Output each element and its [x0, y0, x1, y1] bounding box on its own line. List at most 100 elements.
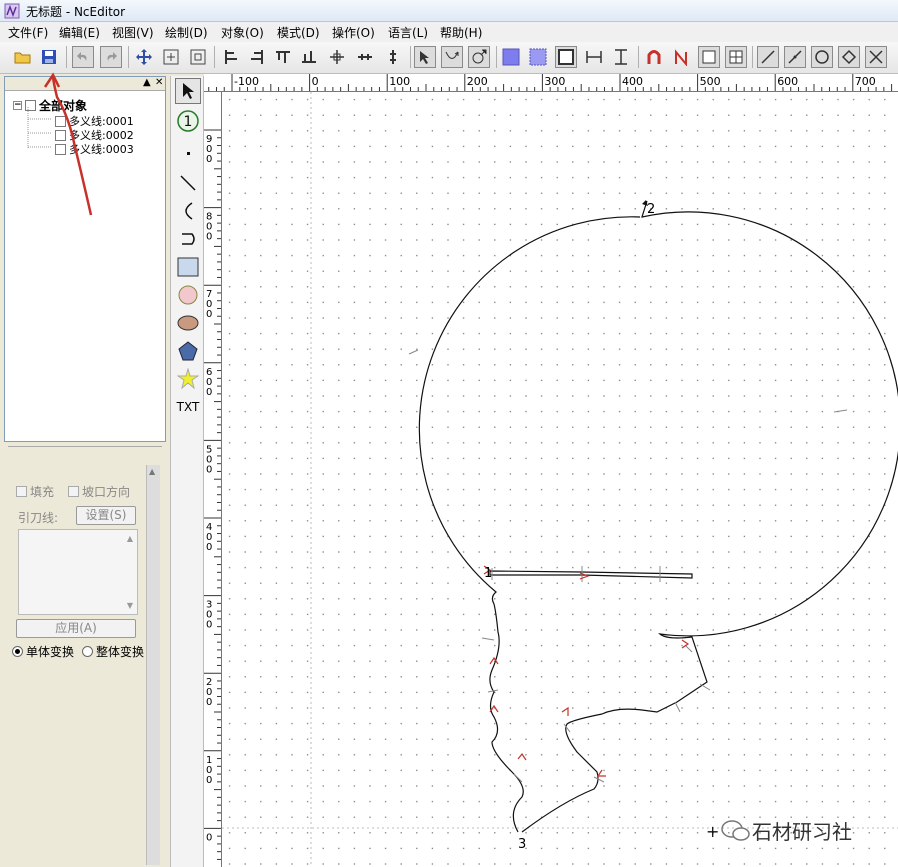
ruler-label: 200 [467, 75, 488, 88]
align-hcenter-icon[interactable] [354, 46, 376, 68]
ruler-label: 0 [206, 232, 212, 243]
menu-file[interactable]: 文件(F) [6, 24, 50, 41]
move-icon[interactable] [133, 46, 155, 68]
fill-icon[interactable] [500, 46, 522, 68]
ruler-label: 300 [544, 75, 565, 88]
scroll-up-icon[interactable]: ▲ [127, 534, 133, 543]
lead-list[interactable]: ▲ ▼ [18, 529, 138, 615]
circle-tool-icon[interactable] [175, 282, 201, 308]
toolbar-separator [752, 46, 753, 68]
polygon-tool-icon[interactable] [175, 338, 201, 364]
zoom-window-icon[interactable] [160, 46, 182, 68]
toolbar-separator [128, 46, 129, 68]
star-tool-icon[interactable] [175, 366, 201, 392]
align-center-icon[interactable] [326, 46, 348, 68]
ruler-label: 0 [206, 775, 212, 786]
select-tool-icon[interactable] [175, 78, 201, 104]
magnet-icon[interactable] [643, 46, 665, 68]
slope-checkbox-label: 坡口方向 [82, 485, 131, 499]
lead-icon[interactable] [670, 46, 692, 68]
ruler-label: 0 [206, 832, 212, 843]
line-tool-icon[interactable] [757, 46, 779, 68]
scroll-up-icon[interactable]: ▲ [149, 467, 155, 476]
blank-icon[interactable] [698, 46, 720, 68]
canvas-drawing[interactable]: 1 2 3 [222, 92, 898, 867]
zoom-fit-icon[interactable] [187, 46, 209, 68]
align-bottom-icon[interactable] [298, 46, 320, 68]
lead-label: 引刀线: [18, 511, 59, 525]
settings-button[interactable]: 设置(S) [76, 506, 136, 525]
main-toolbar [0, 42, 898, 74]
polyline-tool-icon[interactable] [784, 46, 806, 68]
pick-start-icon[interactable] [414, 46, 436, 68]
dotted-fill-icon[interactable] [527, 46, 549, 68]
whole-transform-radio[interactable]: 整体变换 [82, 643, 144, 660]
slope-checkbox[interactable]: 坡口方向 [68, 483, 130, 500]
single-transform-radio[interactable]: 单体变换 [12, 643, 74, 660]
ruler-label: 0 [206, 154, 212, 165]
collapse-icon[interactable]: − [13, 101, 22, 110]
ruler-label: -100 [234, 75, 259, 88]
number-tool-label: 1 [184, 114, 193, 130]
menu-edit[interactable]: 编辑(E) [57, 24, 102, 41]
align-right-icon[interactable] [246, 46, 268, 68]
horizontal-ruler-scale: -100 0 100 200 300 400 500 600 700 [208, 74, 893, 91]
line-tool-icon[interactable] [175, 170, 201, 196]
menu-draw[interactable]: 绘制(D) [163, 24, 210, 41]
rectangle-tool-icon[interactable] [175, 254, 201, 280]
circle-tool-icon[interactable] [811, 46, 833, 68]
ruler-label: 400 [622, 75, 643, 88]
scroll-down-icon[interactable]: ▼ [127, 601, 133, 610]
menu-object[interactable]: 对象(O) [219, 24, 266, 41]
fill-checkbox[interactable]: 填充 [16, 483, 54, 500]
apply-button[interactable]: 应用(A) [16, 619, 136, 638]
radio-indicator[interactable] [82, 646, 93, 657]
menu-view[interactable]: 视图(V) [110, 24, 156, 41]
align-top-icon[interactable] [272, 46, 294, 68]
ruler-label: 0 [312, 75, 319, 88]
align-left-icon[interactable] [220, 46, 242, 68]
ellipse-tool-icon[interactable] [175, 310, 201, 336]
grid-icon[interactable] [725, 46, 747, 68]
dimension-v-icon[interactable] [610, 46, 632, 68]
ruler-label: 0 [206, 542, 212, 553]
text-tool-icon[interactable]: TXT [175, 394, 201, 420]
reverse-direction-icon[interactable] [441, 46, 463, 68]
dimension-h-icon[interactable] [583, 46, 605, 68]
toolbar-separator [410, 46, 411, 68]
toolbar-separator [638, 46, 639, 68]
menu-language[interactable]: 语言(L) [386, 24, 430, 41]
point-tool-icon[interactable] [175, 140, 201, 166]
drawing-canvas[interactable]: 1 2 3 [222, 92, 898, 867]
number-tool-icon[interactable]: 1 [175, 108, 201, 134]
marker-2: 2 [647, 202, 655, 217]
polyline-tool-icon[interactable] [175, 226, 201, 252]
property-panel: 填充 坡口方向 引刀线: 设置(S) ▲ ▼ 应用(A) 单体变换 整体变换 ▲ [8, 446, 162, 867]
break-icon[interactable] [865, 46, 887, 68]
panel-scrollbar[interactable]: ▲ [146, 465, 160, 865]
marker-1: 1 [484, 566, 492, 581]
radio-indicator[interactable] [12, 646, 23, 657]
slope-checkbox-box[interactable] [68, 486, 79, 497]
wechat-icon [721, 819, 750, 841]
panel-close-icon[interactable]: ✕ [155, 77, 163, 88]
vertical-ruler-scale: 9008007006005004003002001000 [204, 129, 221, 860]
fill-checkbox-box[interactable] [16, 486, 27, 497]
panel-pin-icon[interactable]: ▲ [143, 77, 151, 88]
horizontal-ruler: -100 0 100 200 300 400 500 600 700 [204, 74, 898, 92]
object-tree-panel: ▲ ✕ − 全部对象 多义线:0001 多义线:0002 多义线:0003 [4, 72, 166, 442]
menu-help[interactable]: 帮助(H) [438, 24, 484, 41]
crosshair-cursor-icon: + [706, 822, 720, 841]
grid-dots [222, 92, 898, 867]
whole-transform-label: 整体变换 [96, 645, 145, 659]
menu-mode[interactable]: 模式(D) [275, 24, 322, 41]
arc-tool-icon[interactable] [175, 198, 201, 224]
open-icon[interactable] [12, 46, 34, 68]
menu-operate[interactable]: 操作(O) [330, 24, 377, 41]
set-start-icon[interactable] [468, 46, 490, 68]
node-tool-icon[interactable] [838, 46, 860, 68]
outline-icon[interactable] [555, 46, 577, 68]
drawing-toolbox: 1 TXT [170, 76, 204, 867]
align-vcenter-icon[interactable] [382, 46, 404, 68]
title-bar: 无标题 - NcEditor [0, 0, 898, 22]
